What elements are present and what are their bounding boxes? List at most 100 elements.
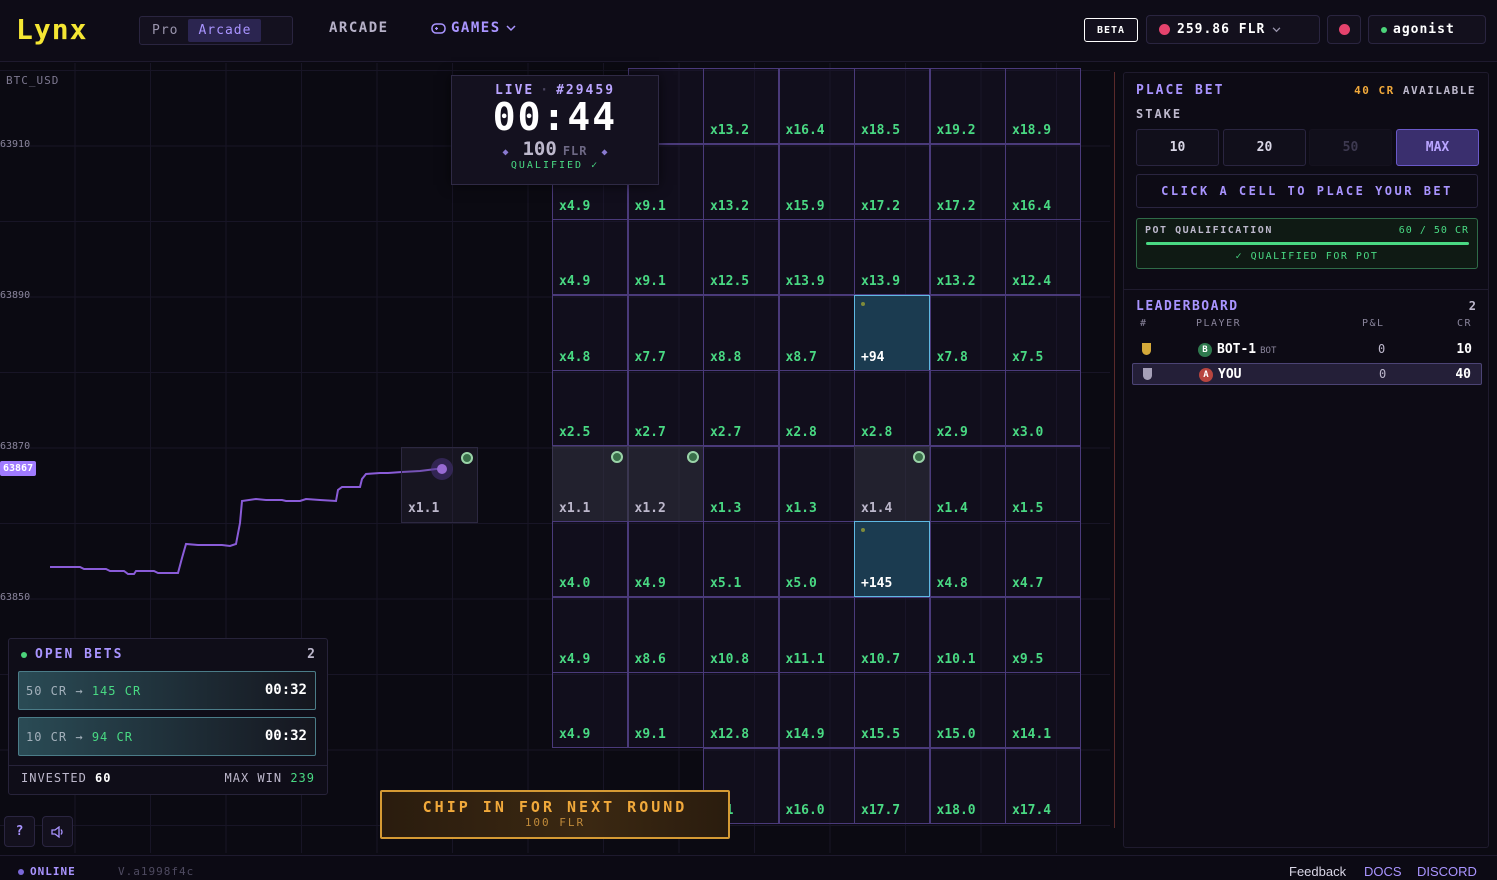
grid-cell[interactable]: x1.4 [929,445,1006,522]
bet-panel: PLACE BET 40 CR AVAILABLE STAKE 10 20 50… [1123,72,1489,848]
token-button[interactable] [1327,15,1361,44]
grid-cell[interactable]: x13.2 [703,143,779,220]
help-button[interactable]: ? [4,816,35,847]
grid-cell[interactable]: x15.0 [929,672,1006,748]
grid-cell[interactable]: x12.4 [1005,219,1081,295]
cell-multiplier: x13.9 [785,274,825,289]
cell-multiplier: x4.9 [559,651,591,667]
grid-cell[interactable]: x10.1 [929,596,1006,673]
grid-cell[interactable]: x10.7 [854,596,930,673]
grid-cell[interactable]: x17.4 [1005,747,1081,824]
grid-cell[interactable]: x17.2 [854,143,930,220]
grid-cell[interactable]: x2.8 [854,370,930,446]
grid-cell[interactable]: x7.8 [929,294,1006,371]
stake-50-button[interactable]: 50 [1309,129,1392,166]
grid-cell[interactable]: x4.0 [552,521,628,597]
leaderboard-header-player: PLAYER [1196,318,1242,329]
logo[interactable]: Lynx [16,13,87,46]
cell-multiplier: x2.7 [634,425,666,440]
grid-cell[interactable]: x14.1 [1005,672,1081,748]
grid-cell[interactable]: x7.5 [1005,294,1081,371]
grid-cell[interactable]: x13.2 [703,68,779,144]
grid-cell[interactable]: x14.9 [778,672,855,748]
grid-cell[interactable]: x1.3 [703,445,779,522]
grid-cell[interactable]: x1.2 [627,445,704,522]
leaderboard-row-you[interactable]: A YOU 0 40 [1132,363,1482,385]
grid-cell[interactable]: x18.9 [1005,68,1081,144]
qualified-for-pot-label: ✓ QUALIFIED FOR POT [1235,251,1379,262]
grid-cell[interactable]: x13.9 [778,219,855,295]
grid-cell[interactable]: x1.3 [778,445,855,522]
grid-cell[interactable]: x4.9 [552,219,628,295]
grid-cell[interactable]: x11.1 [778,596,855,673]
stake-10-button[interactable]: 10 [1136,129,1219,166]
open-bet-row[interactable]: 10 CR → 94 CR 00:32 [18,717,316,756]
grid-cell[interactable]: x16.0 [778,747,855,824]
grid-cell[interactable]: x4.9 [627,521,704,597]
grid-cell[interactable]: x1.4 [854,445,930,522]
grid-cell[interactable]: x5.0 [778,521,855,597]
leaderboard-row[interactable]: B BOT-1 BOT 0 10 [1132,339,1482,361]
grid-cell[interactable]: x13.2 [929,219,1006,295]
grid-cell[interactable]: x2.9 [929,370,1006,446]
balance-dropdown[interactable]: 259.86 FLR [1146,15,1320,44]
grid-cell[interactable]: x7.7 [627,294,704,371]
mode-pro-button[interactable]: Pro [142,19,188,42]
grid-cell[interactable]: x9.1 [627,219,704,295]
avatar: A [1199,368,1213,382]
pot-qualification-progress [1146,242,1469,245]
grid-cell[interactable]: x4.8 [929,521,1006,597]
nav-games-dropdown[interactable]: GAMES [431,20,516,36]
user-menu[interactable]: agonist [1368,15,1486,44]
grid-cell[interactable]: x4.7 [1005,521,1081,597]
feedback-link[interactable]: Feedback [1289,864,1346,879]
grid-cell[interactable]: x1.5 [1005,445,1081,522]
grid-cell[interactable]: x1.1 [552,445,628,522]
grid-cell[interactable]: x5.1 [703,521,779,597]
grid-cell[interactable]: x16.4 [1005,143,1081,220]
mode-arcade-button[interactable]: Arcade [188,19,262,42]
grid-cell[interactable]: x9.1 [627,672,704,748]
open-bet-row[interactable]: 50 CR → 145 CR 00:32 [18,671,316,710]
grid-cell[interactable]: x12.8 [703,672,779,748]
cell-multiplier: x2.9 [936,425,968,440]
cell-multiplier: x4.8 [936,576,968,591]
sound-button[interactable] [42,816,73,847]
grid-cell[interactable]: x12.5 [703,219,779,295]
grid-cell[interactable]: x13.9 [854,219,930,295]
grid-cell[interactable]: +94 [854,294,930,371]
stake-max-button[interactable]: MAX [1396,129,1479,166]
grid-cell[interactable]: x2.7 [627,370,704,446]
grid-cell[interactable]: x4.9 [552,672,628,748]
grid-cell[interactable]: x17.7 [854,747,930,824]
grid-cell[interactable]: x2.7 [703,370,779,446]
available-credits: 40 CR AVAILABLE [1354,84,1476,97]
grid-cell[interactable]: x8.6 [627,596,704,673]
grid-cell[interactable]: x18.0 [929,747,1006,824]
grid-cell[interactable]: x2.5 [552,370,628,446]
grid-cell[interactable]: x4.8 [552,294,628,371]
grid-cell[interactable]: x19.2 [929,68,1006,144]
grid-cell[interactable]: x17.2 [929,143,1006,220]
docs-link[interactable]: DOCS [1364,864,1402,879]
grid-cell[interactable]: x16.4 [778,68,855,144]
nav-arcade-link[interactable]: ARCADE [329,20,389,36]
cell-multiplier: x15.9 [785,198,825,214]
stake-20-button[interactable]: 20 [1223,129,1306,166]
grid-cell[interactable]: x3.0 [1005,370,1081,446]
leaderboard-header-rank: # [1140,318,1148,329]
discord-link[interactable]: DISCORD [1417,864,1477,879]
grid-cell[interactable]: +145 [854,521,930,597]
grid-cell[interactable]: x8.8 [703,294,779,371]
grid-cell[interactable]: x8.7 [778,294,855,371]
grid-cell[interactable]: x15.9 [778,143,855,220]
grid-cell[interactable]: x9.5 [1005,596,1081,673]
grid-cell[interactable]: x2.8 [778,370,855,446]
grid-cell[interactable]: x18.5 [854,68,930,144]
cell-multiplier: x15.5 [861,727,901,742]
cell-multiplier: x17.2 [936,198,976,214]
chip-in-button[interactable]: CHIP IN FOR NEXT ROUND 100 FLR [380,790,730,839]
grid-cell[interactable]: x4.9 [552,596,628,673]
grid-cell[interactable]: x10.8 [703,596,779,673]
grid-cell[interactable]: x15.5 [854,672,930,748]
